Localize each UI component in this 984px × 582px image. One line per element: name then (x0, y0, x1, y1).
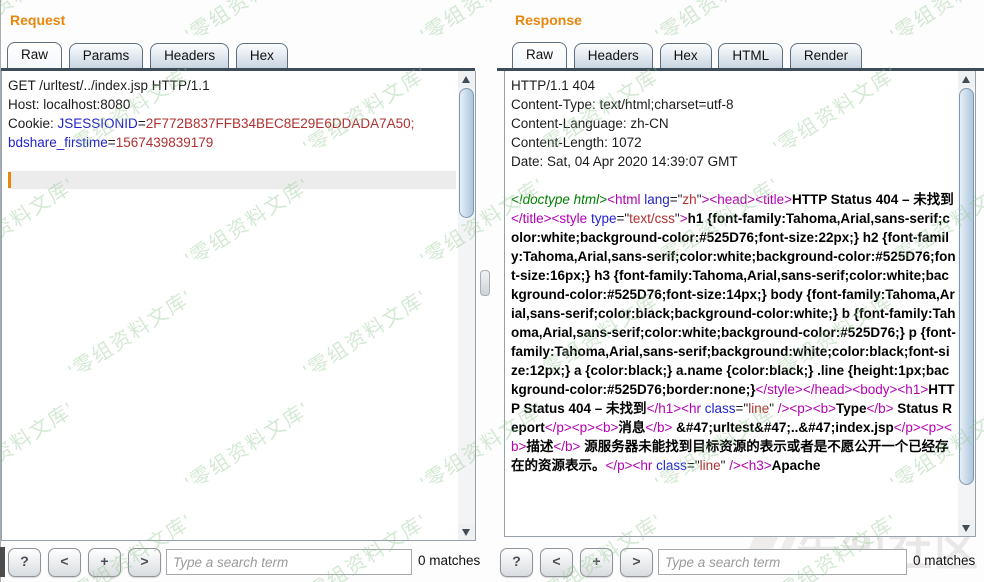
response-search-prev-button[interactable]: < (540, 548, 573, 577)
response-search-input[interactable] (658, 549, 907, 575)
watermark-tile: '零组资料文库' (884, 0, 984, 48)
request-blank-line (8, 152, 456, 171)
response-tab-render[interactable]: Render (790, 43, 862, 68)
http-message-viewer: 先知社区 Request Raw Params Headers Hex GET … (0, 0, 984, 582)
response-panel-title: Response (515, 12, 582, 28)
text-cursor (8, 172, 11, 188)
response-editor-text: HTTP/1.1 404Content-Type: text/html;char… (505, 71, 958, 536)
request-tab-bar: Raw Params Headers Hex (7, 42, 291, 69)
arrow-down-icon (462, 529, 470, 536)
response-search-help-button[interactable]: ? (500, 548, 533, 577)
request-tab-headers[interactable]: Headers (150, 43, 229, 68)
request-editor[interactable]: GET /urltest/../index.jsp HTTP/1.1Host: … (1, 71, 476, 541)
arrow-down-icon (962, 525, 970, 532)
request-match-count: 0 matches (418, 553, 480, 568)
request-search-add-button[interactable]: + (88, 548, 121, 577)
request-search-prev-button[interactable]: < (48, 548, 81, 577)
response-tab-raw[interactable]: Raw (512, 42, 567, 68)
request-tab-raw[interactable]: Raw (7, 42, 62, 68)
request-panel-title: Request (10, 12, 65, 28)
request-tab-hex[interactable]: Hex (236, 43, 288, 68)
request-raw-text: GET /urltest/../index.jsp HTTP/1.1Host: … (8, 76, 456, 152)
request-search-next-button[interactable]: > (128, 548, 161, 577)
response-body-text: <!doctype html><html lang="zh"><head><ti… (511, 190, 956, 475)
request-editor-text: GET /urltest/../index.jsp HTTP/1.1Host: … (2, 71, 458, 540)
watermark-tile: '零组资料文库' (649, 0, 785, 48)
response-search-next-button[interactable]: > (620, 548, 653, 577)
request-cursor-line (8, 171, 456, 189)
response-search-add-button[interactable]: + (580, 548, 613, 577)
response-tab-hex[interactable]: Hex (660, 43, 712, 68)
request-scroll-up-button[interactable] (458, 71, 475, 87)
response-scroll-up-button[interactable] (958, 71, 975, 87)
arrow-up-icon (462, 76, 470, 83)
response-scrollbar[interactable] (958, 71, 975, 536)
response-scrollbar-thumb[interactable] (959, 88, 974, 485)
request-search-input[interactable] (166, 549, 412, 575)
response-tab-html[interactable]: HTML (718, 43, 783, 68)
response-editor[interactable]: HTTP/1.1 404Content-Type: text/html;char… (504, 71, 976, 537)
request-scrollbar[interactable] (458, 71, 475, 540)
request-search-help-button[interactable]: ? (8, 548, 41, 577)
response-headers-text: HTTP/1.1 404Content-Type: text/html;char… (511, 76, 956, 171)
arrow-up-icon (962, 76, 970, 83)
request-scroll-down-button[interactable] (458, 524, 475, 540)
window-corner-block (0, 547, 5, 577)
response-match-count: 0 matches (913, 553, 975, 568)
window-left-border (0, 0, 1, 582)
response-tab-headers[interactable]: Headers (574, 43, 653, 68)
watermark-tile: '零组资料文库' (179, 0, 315, 48)
response-tab-bar: Raw Headers Hex HTML Render (512, 42, 865, 69)
request-tab-params[interactable]: Params (69, 43, 144, 68)
request-scrollbar-thumb[interactable] (459, 88, 474, 218)
response-scroll-down-button[interactable] (958, 520, 975, 536)
panel-splitter-handle[interactable] (480, 270, 490, 296)
response-blank-line (511, 171, 956, 190)
